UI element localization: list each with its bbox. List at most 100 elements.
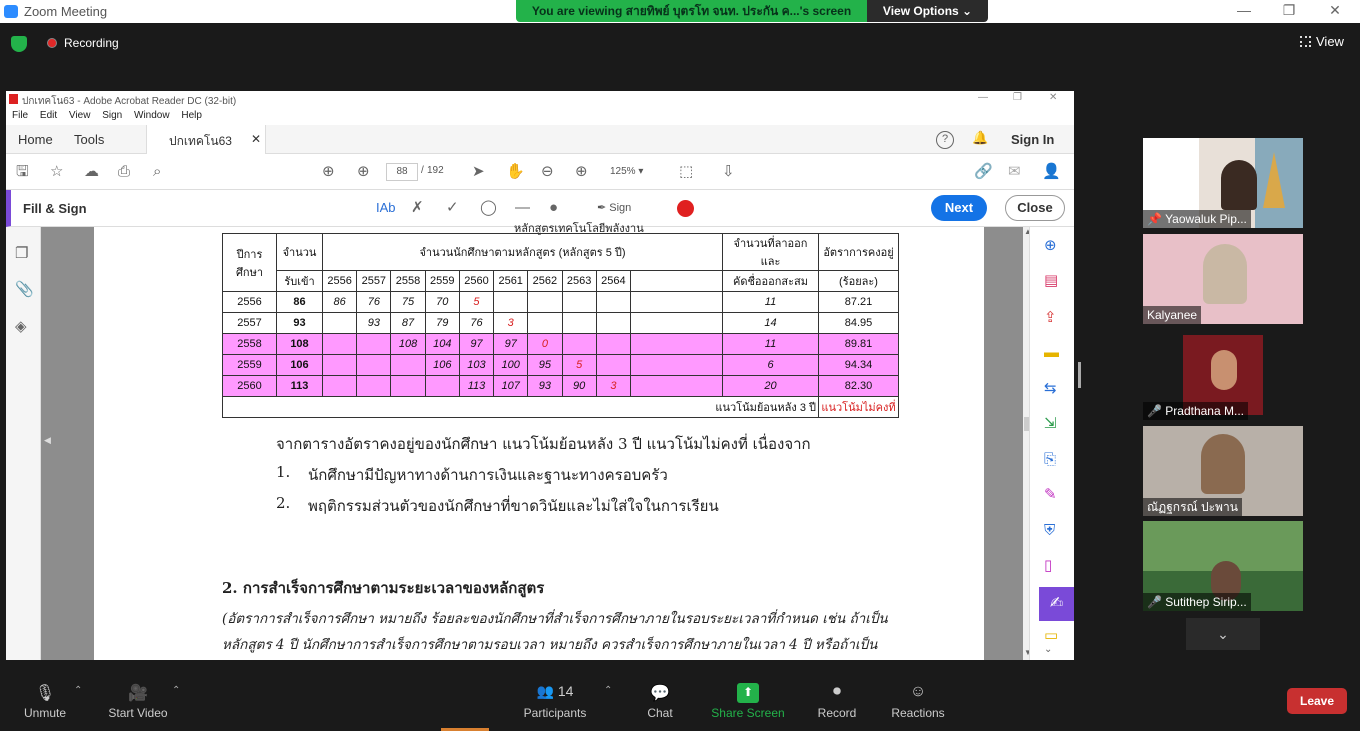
header-current: จำนวนนักศึกษาตามหลักสูตร (หลักสูตร 5 ปี) (322, 233, 723, 271)
layers-icon[interactable]: ◈ (15, 318, 27, 336)
menu-sign[interactable]: Sign (102, 110, 122, 121)
search-icon[interactable]: ⌕ (153, 163, 161, 181)
chat-label: Chat (647, 706, 673, 720)
print-icon[interactable]: ⎙ (118, 163, 130, 181)
sign-button[interactable]: ✒ Sign (597, 201, 631, 214)
cell-count (630, 291, 723, 313)
gallery-next-icon[interactable]: ⌄ (1186, 618, 1260, 650)
upload-cloud-icon[interactable]: ☁ (84, 163, 99, 181)
zoom-in-icon[interactable]: ⊕ (575, 163, 588, 181)
close-button[interactable]: Close (1005, 195, 1065, 221)
video-options-icon[interactable]: ⌃ (172, 685, 180, 696)
leave-button[interactable]: Leave (1287, 688, 1347, 714)
color-picker-button[interactable] (677, 200, 694, 217)
participant-tile[interactable]: 🎤 Sutithep Sirip... (1143, 521, 1303, 611)
tab-home[interactable]: Home (18, 132, 53, 147)
recording-label[interactable]: Recording (64, 36, 119, 50)
header-col: 2559 (424, 270, 460, 292)
reactions-button[interactable]: ☺ Reactions (873, 671, 963, 720)
header-intake-2: รับเข้า (276, 270, 323, 292)
list-item-2: พฤติกรรมส่วนตัวของนักศึกษาที่ขาดวินัยและ… (308, 497, 719, 515)
scroll-mode-icon[interactable]: ⇩ (722, 163, 735, 181)
cell-count (595, 312, 632, 334)
menu-edit[interactable]: Edit (40, 110, 57, 121)
line-tool-icon[interactable]: — (515, 199, 530, 217)
protect-shield-icon[interactable]: ⛨ (1044, 522, 1055, 540)
table-row: 2557 93 93 87 79 76 3 14 84.95 (222, 312, 899, 334)
fill-sign-active-icon[interactable]: ✍ (1039, 587, 1074, 621)
cross-mark-icon[interactable]: ✗ (411, 199, 424, 217)
menu-file[interactable]: File (12, 110, 28, 121)
document-icon[interactable]: ▯ (1044, 557, 1052, 575)
tab-close-icon[interactable]: ✕ (251, 132, 261, 146)
pin-icon: 📌 (1147, 212, 1166, 226)
compress-icon[interactable]: ⇲ (1044, 415, 1057, 433)
select-cursor-icon[interactable]: ➤ (472, 163, 485, 181)
reactions-icon: ☺ (909, 683, 927, 700)
menu-window[interactable]: Window (134, 110, 170, 121)
tab-document[interactable]: ปกเทคโน63 ✕ (146, 125, 266, 154)
notification-bell-icon[interactable]: 🔔 (972, 130, 988, 146)
acrobat-minimize-icon[interactable]: — (978, 92, 988, 103)
comment-icon[interactable]: ▬ (1044, 344, 1059, 362)
acrobat-close-icon[interactable]: ✕ (1049, 92, 1057, 103)
add-user-icon[interactable]: 👤 (1042, 163, 1061, 181)
restore-icon[interactable]: ❐ (1277, 2, 1301, 19)
participant-tile[interactable]: ณัฏฐกรณ์ ปะพาน (1143, 426, 1303, 516)
participant-tile[interactable]: Kalyanee (1143, 234, 1303, 324)
hand-tool-icon[interactable]: ✋ (506, 163, 525, 181)
chat-button[interactable]: 💬 Chat (615, 671, 705, 720)
close-icon[interactable]: ✕ (1323, 2, 1347, 19)
participants-options-icon[interactable]: ⌃ (604, 685, 612, 696)
create-pdf-icon[interactable]: ⊕ (1044, 237, 1057, 255)
acrobat-restore-icon[interactable]: ❐ (1013, 92, 1022, 103)
organize-pages-icon[interactable]: ▤ (1044, 272, 1058, 290)
cell-intake: 86 (276, 291, 323, 313)
export-icon[interactable]: ⇆ (1044, 380, 1057, 398)
attachment-icon[interactable]: 📎 (15, 281, 34, 299)
participant-tile[interactable]: 🎤 Pradthana M... (1143, 330, 1303, 420)
cell-count: 106 (424, 354, 460, 376)
share-screen-button[interactable]: ⬆ Share Screen (703, 671, 793, 720)
scroll-tools-down-icon[interactable]: ⌄ (1044, 641, 1052, 659)
circle-tool-icon[interactable]: ◯ (480, 199, 497, 217)
add-text-icon[interactable]: IAb (376, 199, 396, 217)
audio-options-icon[interactable]: ⌃ (74, 685, 82, 696)
link-icon[interactable]: 🔗 (974, 163, 993, 181)
minimize-icon[interactable]: — (1232, 2, 1256, 18)
check-mark-icon[interactable]: ✓ (446, 199, 459, 217)
right-tools-rail: ⊕ ▤ ⇪ ▬ ⇆ ⇲ ⎘ ✎ ⛨ ▯ ✍ ▭ ⌄ (1029, 227, 1074, 660)
next-page-icon[interactable]: ⊕ (357, 163, 370, 181)
edit-pen-icon[interactable]: ✎ (1044, 486, 1057, 504)
participant-tile[interactable]: 📌 Yaowaluk Pip... (1143, 138, 1303, 228)
participants-button[interactable]: 👥 14 Participants (510, 671, 600, 720)
page-fit-icon[interactable]: ⬚ (679, 163, 693, 181)
save-icon[interactable]: 🖫 (16, 163, 29, 181)
previous-page-icon[interactable]: ⊕ (322, 163, 335, 181)
zoom-out-icon[interactable]: ⊖ (541, 163, 554, 181)
cell-count (321, 354, 358, 376)
sign-in-button[interactable]: Sign In (1011, 132, 1054, 147)
view-options-button[interactable]: View Options ⌄ (867, 0, 988, 22)
dot-tool-icon[interactable]: ● (549, 199, 558, 217)
pages-icon[interactable]: ❐ (15, 245, 28, 263)
next-button[interactable]: Next (931, 195, 987, 221)
help-icon[interactable]: ? (936, 131, 954, 149)
export-pdf-icon[interactable]: ⇪ (1044, 309, 1057, 327)
collapse-left-icon[interactable]: ◀ (44, 435, 51, 446)
page-number-input[interactable]: 88 (386, 163, 418, 181)
muted-mic-icon: 🎙 (34, 685, 56, 702)
bookmark-star-icon[interactable]: ☆ (50, 163, 63, 181)
start-video-button[interactable]: 🎥 Start Video (93, 671, 183, 720)
view-button[interactable]: View (1300, 34, 1344, 49)
zoom-level-select[interactable]: 125% ▾ (610, 163, 660, 181)
security-shield-icon[interactable] (11, 36, 27, 52)
menu-help[interactable]: Help (181, 110, 202, 121)
record-button[interactable]: ⏺ Record (792, 671, 882, 720)
splitter-handle[interactable] (1078, 362, 1081, 388)
tab-tools[interactable]: Tools (74, 132, 104, 147)
scan-icon[interactable]: ⎘ (1044, 451, 1056, 469)
email-icon[interactable]: ✉ (1008, 163, 1021, 181)
menu-view[interactable]: View (69, 110, 91, 121)
header-retention-1: อัตราการคงอยู่ (818, 233, 899, 271)
